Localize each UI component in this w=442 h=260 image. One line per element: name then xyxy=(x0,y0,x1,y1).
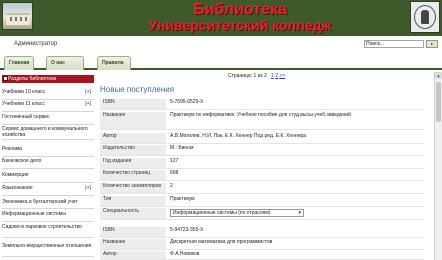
book1-spec-row: Специальность Информационные системы (по… xyxy=(100,208,424,220)
college-emblem-logo xyxy=(410,1,440,33)
type-value: Практикум xyxy=(170,196,195,202)
search-button[interactable]: ▸ xyxy=(426,40,438,48)
current-user-name[interactable]: Администратор xyxy=(14,41,57,47)
scroll-up-arrow-icon[interactable]: ▴ xyxy=(435,72,442,79)
author-value: А.В.Могилев, Н.И. Пак, Е.К. Хеннер Под р… xyxy=(170,133,307,139)
collapse-icon xyxy=(3,76,8,81)
sidebar-header-label: Разделы библиотеки xyxy=(8,76,57,82)
expand-icon[interactable]: [+] xyxy=(85,89,91,95)
year-value: 127 xyxy=(170,158,179,164)
field-label: Издательство xyxy=(100,145,166,155)
tab-about[interactable]: О нас xyxy=(46,56,84,70)
sidebar-item-land-property[interactable]: Земельно-имущественные отношения xyxy=(2,243,94,257)
specialty-selected-value: Информационные системы (по отраслям) xyxy=(173,210,271,216)
tab-rules[interactable]: Правила xyxy=(97,56,131,70)
site-title: Библиотека Университетский колледж xyxy=(140,2,340,33)
section-title: Новые поступления xyxy=(100,85,175,94)
sidebar-item-commerce[interactable]: Коммерция xyxy=(2,172,94,183)
author-value: Ф.А.Новиков xyxy=(170,251,200,257)
site-title-line1: Библиотека xyxy=(193,1,287,18)
field-label: Автор xyxy=(100,133,166,143)
sidebar-item-advertising[interactable]: Реклама xyxy=(2,146,94,157)
expand-icon[interactable]: [+] xyxy=(85,185,91,191)
sidebar-header[interactable]: Разделы библиотеки xyxy=(2,75,94,83)
sidebar-item-household-service[interactable]: Сервис домашнего и коммунального хозяйст… xyxy=(2,126,94,140)
site-header: Библиотека Университетский колледж xyxy=(0,0,442,36)
book1-publisher-row: Издательство М.: Бином xyxy=(100,145,424,156)
book1-copies-row: Количество экземпляров 2 xyxy=(100,183,424,194)
field-label: Специальность xyxy=(100,208,166,219)
sidebar-item-label: Земельно-имущественные отношения xyxy=(2,243,92,249)
field-label: Год издания xyxy=(100,158,166,168)
sidebar-item-economics[interactable]: Экономика и бухгалтерский учет xyxy=(2,199,94,209)
sidebar-item-label: Учебники 10 класс xyxy=(2,89,46,95)
book2-author-row: Автор Ф.А.Новиков xyxy=(100,251,424,260)
search-input[interactable]: Поиск... xyxy=(364,40,424,48)
college-building-photo xyxy=(2,2,33,30)
sidebar-item-banking[interactable]: Банковское дело xyxy=(2,158,94,169)
field-label: Количество экземпляров xyxy=(100,183,166,193)
field-label: Название xyxy=(100,239,166,249)
field-label: ISBN xyxy=(100,227,166,237)
page-scrollbar[interactable]: ▴ xyxy=(434,72,442,260)
field-label: ISBN xyxy=(100,99,166,109)
specialty-select[interactable]: Информационные системы (по отраслям) ▾ xyxy=(170,209,304,217)
sidebar-item-label: Коммерция xyxy=(2,172,29,178)
page-link-1[interactable]: 1 xyxy=(271,73,274,79)
page-link-2[interactable]: 2 xyxy=(275,73,278,79)
sidebar-item-label: Реклама xyxy=(2,146,23,152)
isbn-value: 5-94723-355-X xyxy=(170,227,204,233)
isbn-value: 5-7695-0529-X xyxy=(170,99,204,105)
sidebar-item-label: Сервис домашнего и коммунального хозяйст… xyxy=(2,126,88,138)
page-link-next[interactable]: >> xyxy=(279,73,285,79)
scroll-thumb[interactable] xyxy=(436,82,441,122)
pages-value: 608 xyxy=(170,170,179,176)
publisher-value: М.: Бином xyxy=(170,145,194,151)
book1-pages-row: Количество страниц 608 xyxy=(100,170,424,181)
sidebar-item-hotel-service[interactable]: Гостиничный сервис xyxy=(2,114,94,125)
book1-isbn-row: ISBN 5-7695-0529-X xyxy=(100,99,424,110)
sidebar-item-park-construction[interactable]: Садово-и парковое строительство xyxy=(2,224,94,238)
book1-author-row: Автор А.В.Могилев, Н.И. Пак, Е.К. Хеннер… xyxy=(100,133,424,144)
field-label: Тип xyxy=(100,196,166,206)
copies-value: 2 xyxy=(170,183,173,189)
sidebar-item-label: Садово-и парковое строительство xyxy=(2,224,82,230)
field-label: Количество страниц xyxy=(100,170,166,180)
expand-icon[interactable]: [+] xyxy=(85,101,91,107)
sidebar-item-label: Банковское дело xyxy=(2,158,42,164)
book2-isbn-row: ISBN 5-94723-355-X xyxy=(100,227,424,238)
sidebar-item-label: Языкознание xyxy=(2,185,33,191)
book1-title-row: Название Практикум по информатике: Учебн… xyxy=(100,112,424,130)
book1-year-row: Год издания 127 xyxy=(100,158,424,169)
sidebar-item-linguistics[interactable]: Языкознание [+] xyxy=(2,185,94,196)
field-label: Автор xyxy=(100,251,166,259)
tab-home[interactable]: Главная xyxy=(4,56,34,70)
pagination-status: Страница: 1 из 2 xyxy=(228,73,267,79)
chevron-down-icon: ▾ xyxy=(298,210,301,216)
book1-type-row: Тип Практикум xyxy=(100,196,424,207)
sidebar-item-label: Гостиничный сервис xyxy=(2,114,50,120)
sidebar-item-label: Информационные системы xyxy=(2,211,66,217)
book2-title-row: Название Дискретная математика для прогр… xyxy=(100,239,424,250)
site-title-line2: Университетский колледж xyxy=(148,17,332,33)
sidebar-item-information-systems[interactable]: Информационные системы xyxy=(2,211,94,222)
title-value: Практикум по информатике: Учебное пособи… xyxy=(170,112,351,118)
sidebar-item-label: Экономика и бухгалтерский учет xyxy=(2,199,78,205)
sidebar-item-textbooks-10[interactable]: Учебники 10 класс [+] xyxy=(2,89,94,100)
sidebar-item-label: Учебники 11 класс xyxy=(2,101,45,107)
pagination: Страница: 1 из 2 1 2 >> xyxy=(228,73,285,79)
title-value: Дискретная математика для программистов xyxy=(170,239,273,245)
sidebar-item-textbooks-11[interactable]: Учебники 11 класс [+] xyxy=(2,101,94,112)
field-label: Название xyxy=(100,112,166,129)
